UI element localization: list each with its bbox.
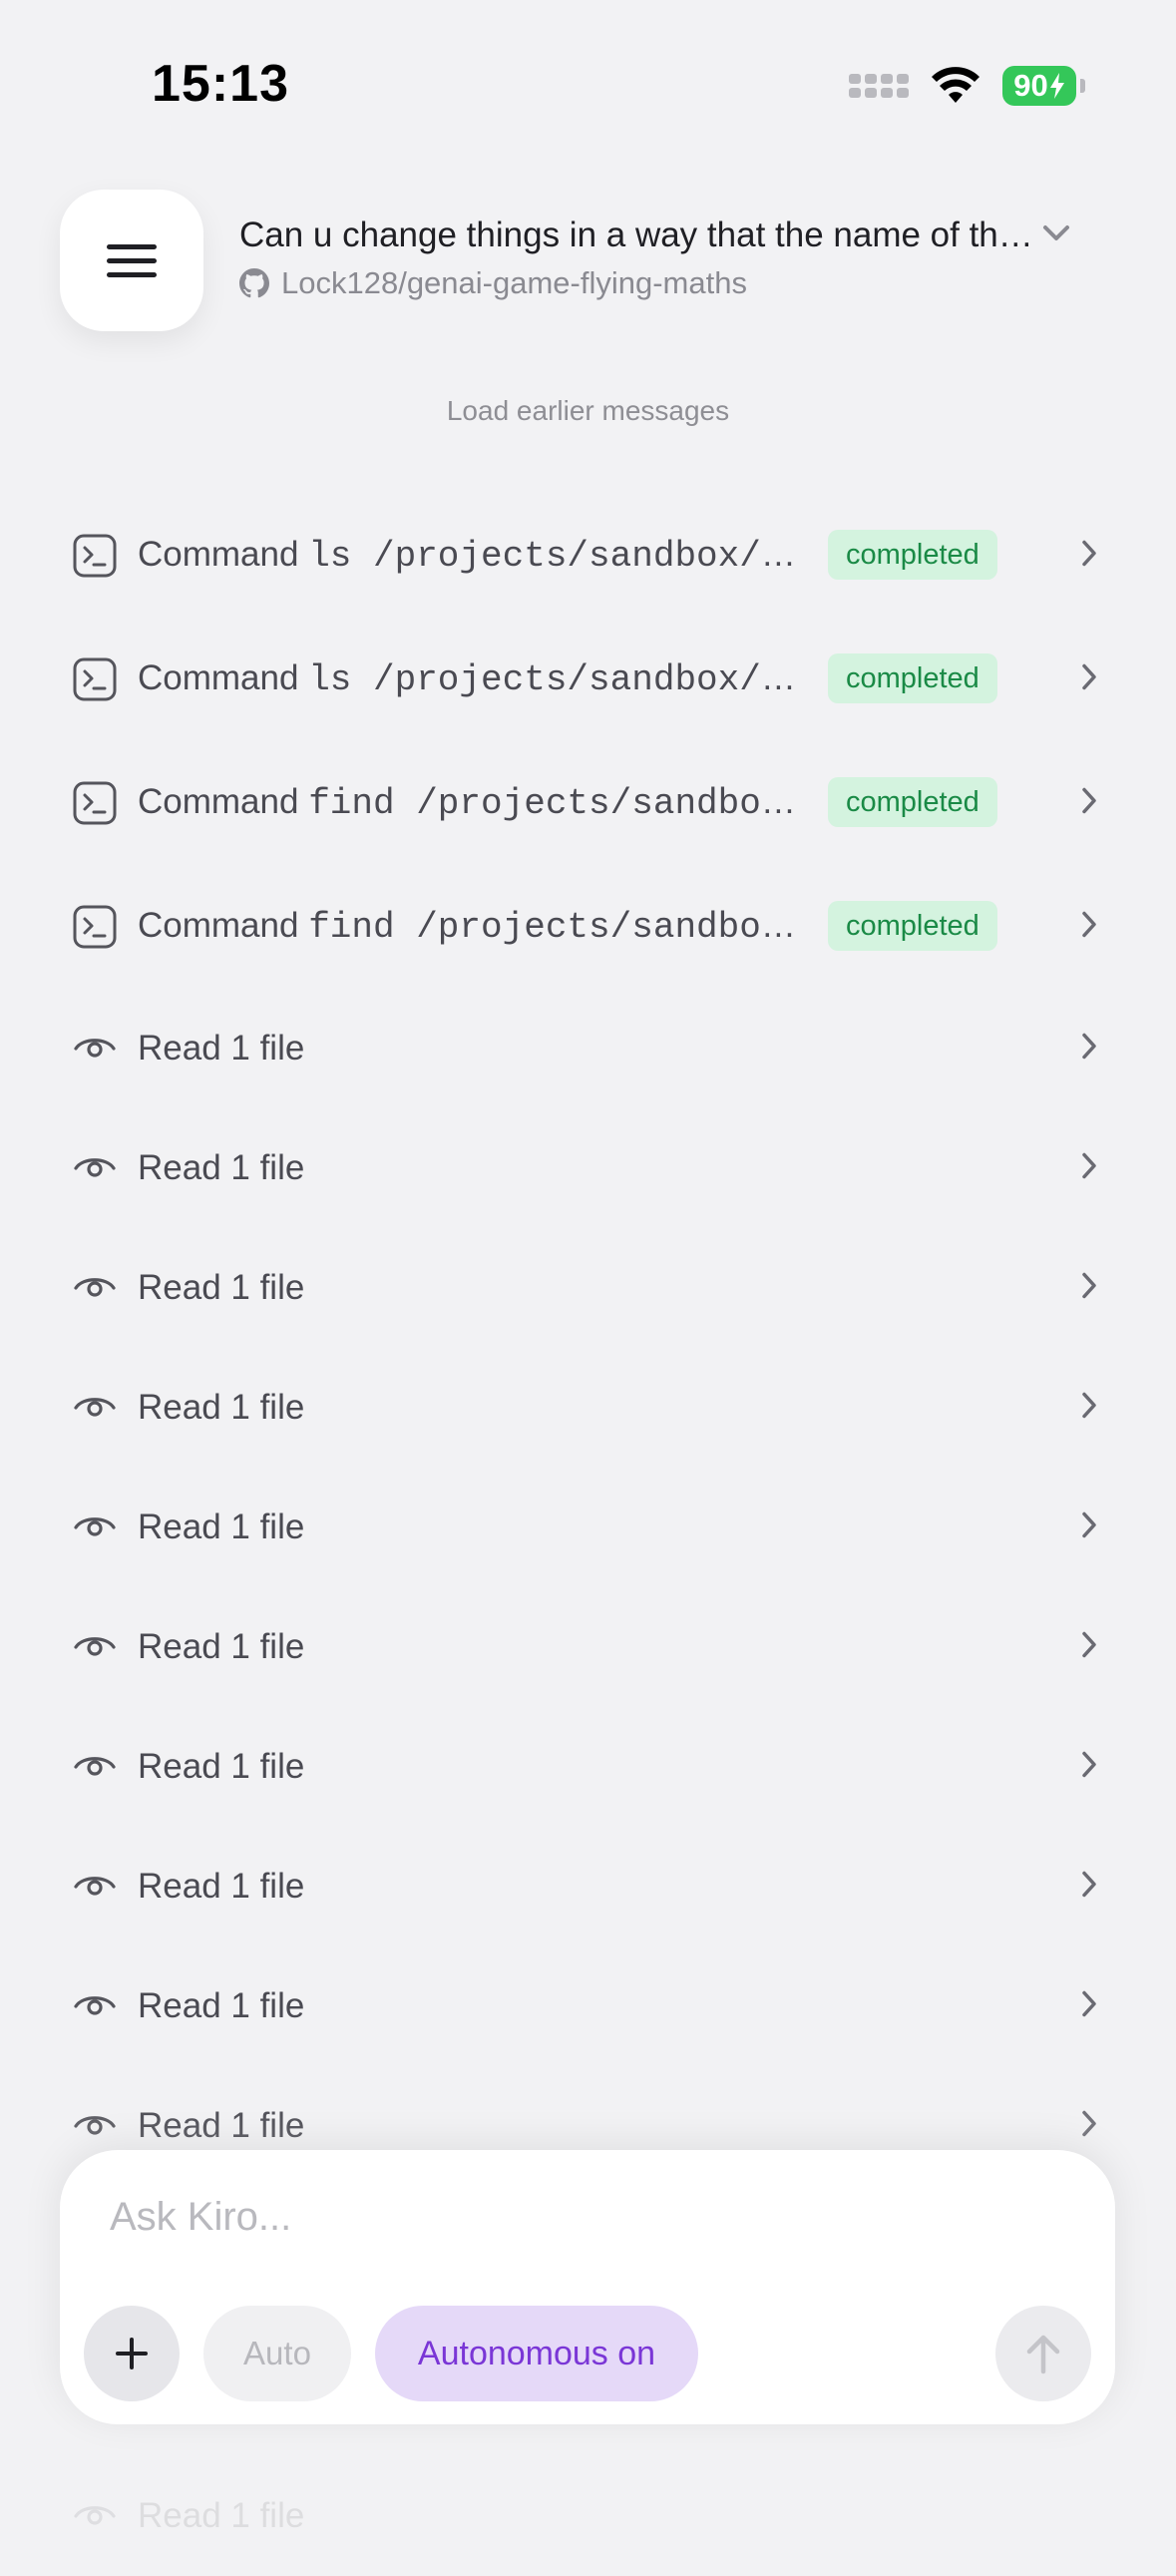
repo-name: Lock128/genai-game-flying-maths [281,265,747,300]
read-file-row-faded: Read 1 file [72,2456,1099,2576]
read-file-label: Read 1 file [138,1627,305,1666]
chevron-right-icon [1079,1031,1099,1068]
menu-button[interactable] [60,190,203,331]
terminal-icon [72,780,118,826]
status-bar: 15:13 90 [0,0,1176,150]
chevron-right-icon [1079,661,1099,698]
command-text: Command ls /projects/sandbox/genai-game-… [138,535,806,577]
command-text: Command ls /projects/sandbox/genai-game-… [138,658,806,700]
read-file-label: Read 1 file [138,1148,305,1187]
status-badge: completed [828,653,997,703]
chevron-right-icon [1079,909,1099,946]
chevron-right-icon [1079,538,1099,575]
command-code: find /projects/sandbox/genai-game-flying… [308,907,806,948]
add-button[interactable] [84,2306,180,2401]
command-code: ls /projects/sandbox/genai-game-flying-m… [308,536,806,577]
read-file-label: Read 1 file [138,1986,305,2025]
command-row[interactable]: Command ls /projects/sandbox/genai-game-… [72,494,1099,618]
status-badge: completed [828,901,997,951]
chevron-right-icon [1079,2108,1099,2145]
terminal-icon [72,656,118,702]
chevron-right-icon [1079,1869,1099,1906]
chevron-right-icon [1079,1749,1099,1786]
read-file-row[interactable]: Read 1 file [72,1108,1099,1228]
repo-line: Lock128/genai-game-flying-maths [239,265,747,301]
read-file-row[interactable]: Read 1 file [72,1468,1099,1587]
chevron-right-icon [1079,1150,1099,1187]
battery-level: 90 [1013,68,1048,103]
status-badge: completed [828,530,997,580]
read-file-row[interactable]: Read 1 file [72,1827,1099,1946]
battery-icon: 90 [1002,66,1085,106]
plus-icon [116,2338,148,2369]
command-code: find /projects/sandbox/genai-game-flying… [308,783,806,824]
status-time: 15:13 [152,55,289,113]
chevron-right-icon [1079,1509,1099,1546]
chevron-right-icon [1079,785,1099,822]
terminal-icon [72,533,118,579]
composer: Auto Autonomous on [60,2150,1115,2424]
eye-icon [72,1864,118,1910]
read-file-label: Read 1 file [138,2106,305,2145]
read-file-row[interactable]: Read 1 file [72,989,1099,1108]
eye-icon [72,1026,118,1072]
command-code: ls /projects/sandbox/genai-game-flying-m… [308,659,806,700]
chevron-right-icon [1079,1390,1099,1427]
command-row[interactable]: Command find /projects/sandbox/genai-gam… [72,741,1099,865]
autonomous-toggle[interactable]: Autonomous on [375,2306,698,2401]
read-file-row[interactable]: Read 1 file [72,1946,1099,2066]
cellular-signal-icon [849,74,909,98]
status-icons: 90 [849,66,1085,106]
charging-bolt-icon [1049,73,1064,99]
github-icon [239,268,269,298]
load-earlier-messages-link[interactable]: Load earlier messages [0,395,1176,427]
eye-icon [72,1145,118,1191]
activity-list: Command ls /projects/sandbox/genai-game-… [72,494,1099,2186]
read-file-label: Read 1 file [138,1388,305,1427]
eye-icon [72,1983,118,2029]
read-file-label: Read 1 file [138,1747,305,1786]
read-file-label: Read 1 file [138,2496,305,2535]
eye-icon [72,1265,118,1311]
command-row[interactable]: Command find /projects/sandbox/genai-gam… [72,865,1099,989]
chevron-right-icon [1079,1988,1099,2025]
terminal-icon [72,904,118,950]
send-button[interactable] [995,2306,1091,2401]
chevron-right-icon [1079,1629,1099,1666]
wifi-icon [931,67,980,105]
read-file-label: Read 1 file [138,1867,305,1906]
hamburger-icon [107,243,157,277]
eye-icon [72,2493,118,2539]
read-file-label: Read 1 file [138,1029,305,1068]
command-text: Command find /projects/sandbox/genai-gam… [138,906,806,948]
eye-icon [72,1504,118,1550]
eye-icon [72,1624,118,1670]
model-auto-button[interactable]: Auto [203,2306,351,2401]
arrow-up-icon [1026,2335,1060,2374]
command-text: Command find /projects/sandbox/genai-gam… [138,782,806,824]
read-file-row[interactable]: Read 1 file [72,1707,1099,1827]
read-file-label: Read 1 file [138,1507,305,1546]
eye-icon [72,1385,118,1431]
status-badge: completed [828,777,997,827]
eye-icon [72,2103,118,2149]
chevron-down-icon[interactable] [1041,223,1071,248]
command-row[interactable]: Command ls /projects/sandbox/genai-game-… [72,618,1099,741]
read-file-row[interactable]: Read 1 file [72,1587,1099,1707]
ask-input[interactable] [108,2194,1009,2241]
read-file-row[interactable]: Read 1 file [72,1228,1099,1348]
read-file-label: Read 1 file [138,1268,305,1307]
eye-icon [72,1744,118,1790]
chevron-right-icon [1079,1270,1099,1307]
conversation-title[interactable]: Can u change things in a way that the na… [239,215,1037,255]
read-file-row[interactable]: Read 1 file [72,1348,1099,1468]
